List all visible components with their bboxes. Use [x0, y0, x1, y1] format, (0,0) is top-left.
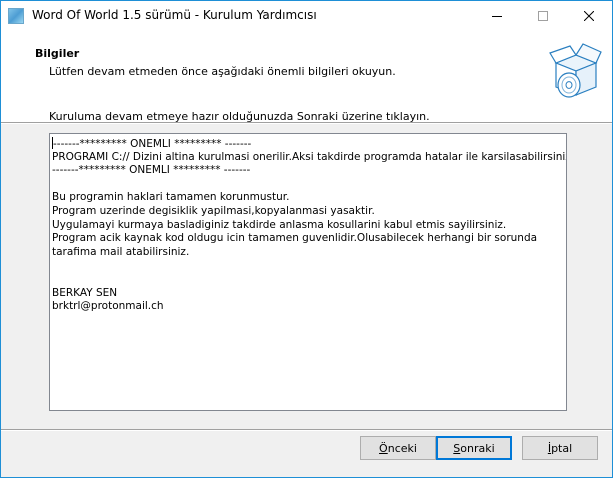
info-text-line: brktrl@protonmail.ch [52, 300, 564, 314]
page-subtitle: Lütfen devam etmeden önce aşağıdaki önem… [49, 65, 396, 78]
cancel-button[interactable]: İptal [522, 436, 598, 460]
info-text-content: Program acik kaynak kod oldugu icin tama… [52, 232, 538, 245]
info-text-line: -------********* ONEMLI ********* ------… [52, 164, 564, 178]
close-button[interactable] [566, 1, 612, 31]
back-button[interactable]: Önceki [360, 436, 436, 460]
info-text-line: BERKAY SEN [52, 287, 564, 301]
setup-box-disc-icon [549, 43, 602, 98]
info-text-content: brktrl@protonmail.ch [52, 300, 164, 313]
back-button-label: Önceki [379, 441, 417, 455]
info-text-box[interactable]: -------********* ONEMLI ********* ------… [49, 133, 567, 411]
minimize-icon [492, 16, 502, 17]
cancel-button-label: İptal [547, 441, 573, 455]
minimize-button[interactable] [474, 1, 520, 31]
wizard-header: Bilgiler Lütfen devam etmeden önce aşağı… [1, 31, 612, 122]
info-text-line: Program uzerinde degisiklik yapilmasi,ko… [52, 205, 564, 219]
page-title: Bilgiler [35, 47, 80, 60]
info-text-content: BERKAY SEN [52, 286, 118, 299]
footer-divider-highlight [1, 430, 612, 431]
installer-app-icon[interactable] [8, 8, 24, 24]
window-title: Word Of World 1.5 sürümü - Kurulum Yardı… [32, 8, 317, 22]
info-text-line: -------********* ONEMLI ********* ------… [52, 137, 564, 151]
info-text-line: Uygulamayi kurmaya basladiginiz takdirde… [52, 219, 564, 233]
info-text-content: Uygulamayi kurmaya basladiginiz takdirde… [52, 218, 507, 231]
next-button[interactable]: Sonraki [436, 436, 512, 460]
info-text-content: tarafima mail atabilirsiniz. [52, 245, 190, 258]
title-bar[interactable]: Word Of World 1.5 sürümü - Kurulum Yardı… [1, 1, 612, 31]
info-text-line: tarafima mail atabilirsiniz. [52, 246, 564, 260]
next-button-label: Sonraki [453, 441, 495, 455]
info-text-line [52, 273, 564, 287]
maximize-icon [538, 11, 548, 21]
header-divider-highlight [1, 123, 612, 124]
info-text-content: PROGRAMI C:// Dizini altina kurulmasi on… [52, 150, 567, 163]
instruction-text: Kuruluma devam etmeye hazır olduğunuzda … [49, 110, 430, 123]
maximize-button[interactable] [520, 1, 566, 31]
info-text-content: Bu programin haklari tamamen korunmustur… [52, 191, 290, 204]
info-text-content: -------********* ONEMLI ********* ------… [52, 164, 251, 177]
close-icon [584, 11, 594, 21]
info-text-line: PROGRAMI C:// Dizini altina kurulmasi on… [52, 150, 567, 165]
setup-wizard-window: Word Of World 1.5 sürümü - Kurulum Yardı… [0, 0, 613, 478]
info-text-line: Program acik kaynak kod oldugu icin tama… [52, 232, 564, 246]
info-text-line [52, 259, 564, 273]
info-text-line [52, 178, 564, 192]
info-text-content: -------********* ONEMLI ********* ------… [53, 138, 252, 150]
info-text-line: Bu programin haklari tamamen korunmustur… [52, 191, 564, 205]
info-text-content: Program uzerinde degisiklik yapilmasi,ko… [52, 204, 375, 217]
